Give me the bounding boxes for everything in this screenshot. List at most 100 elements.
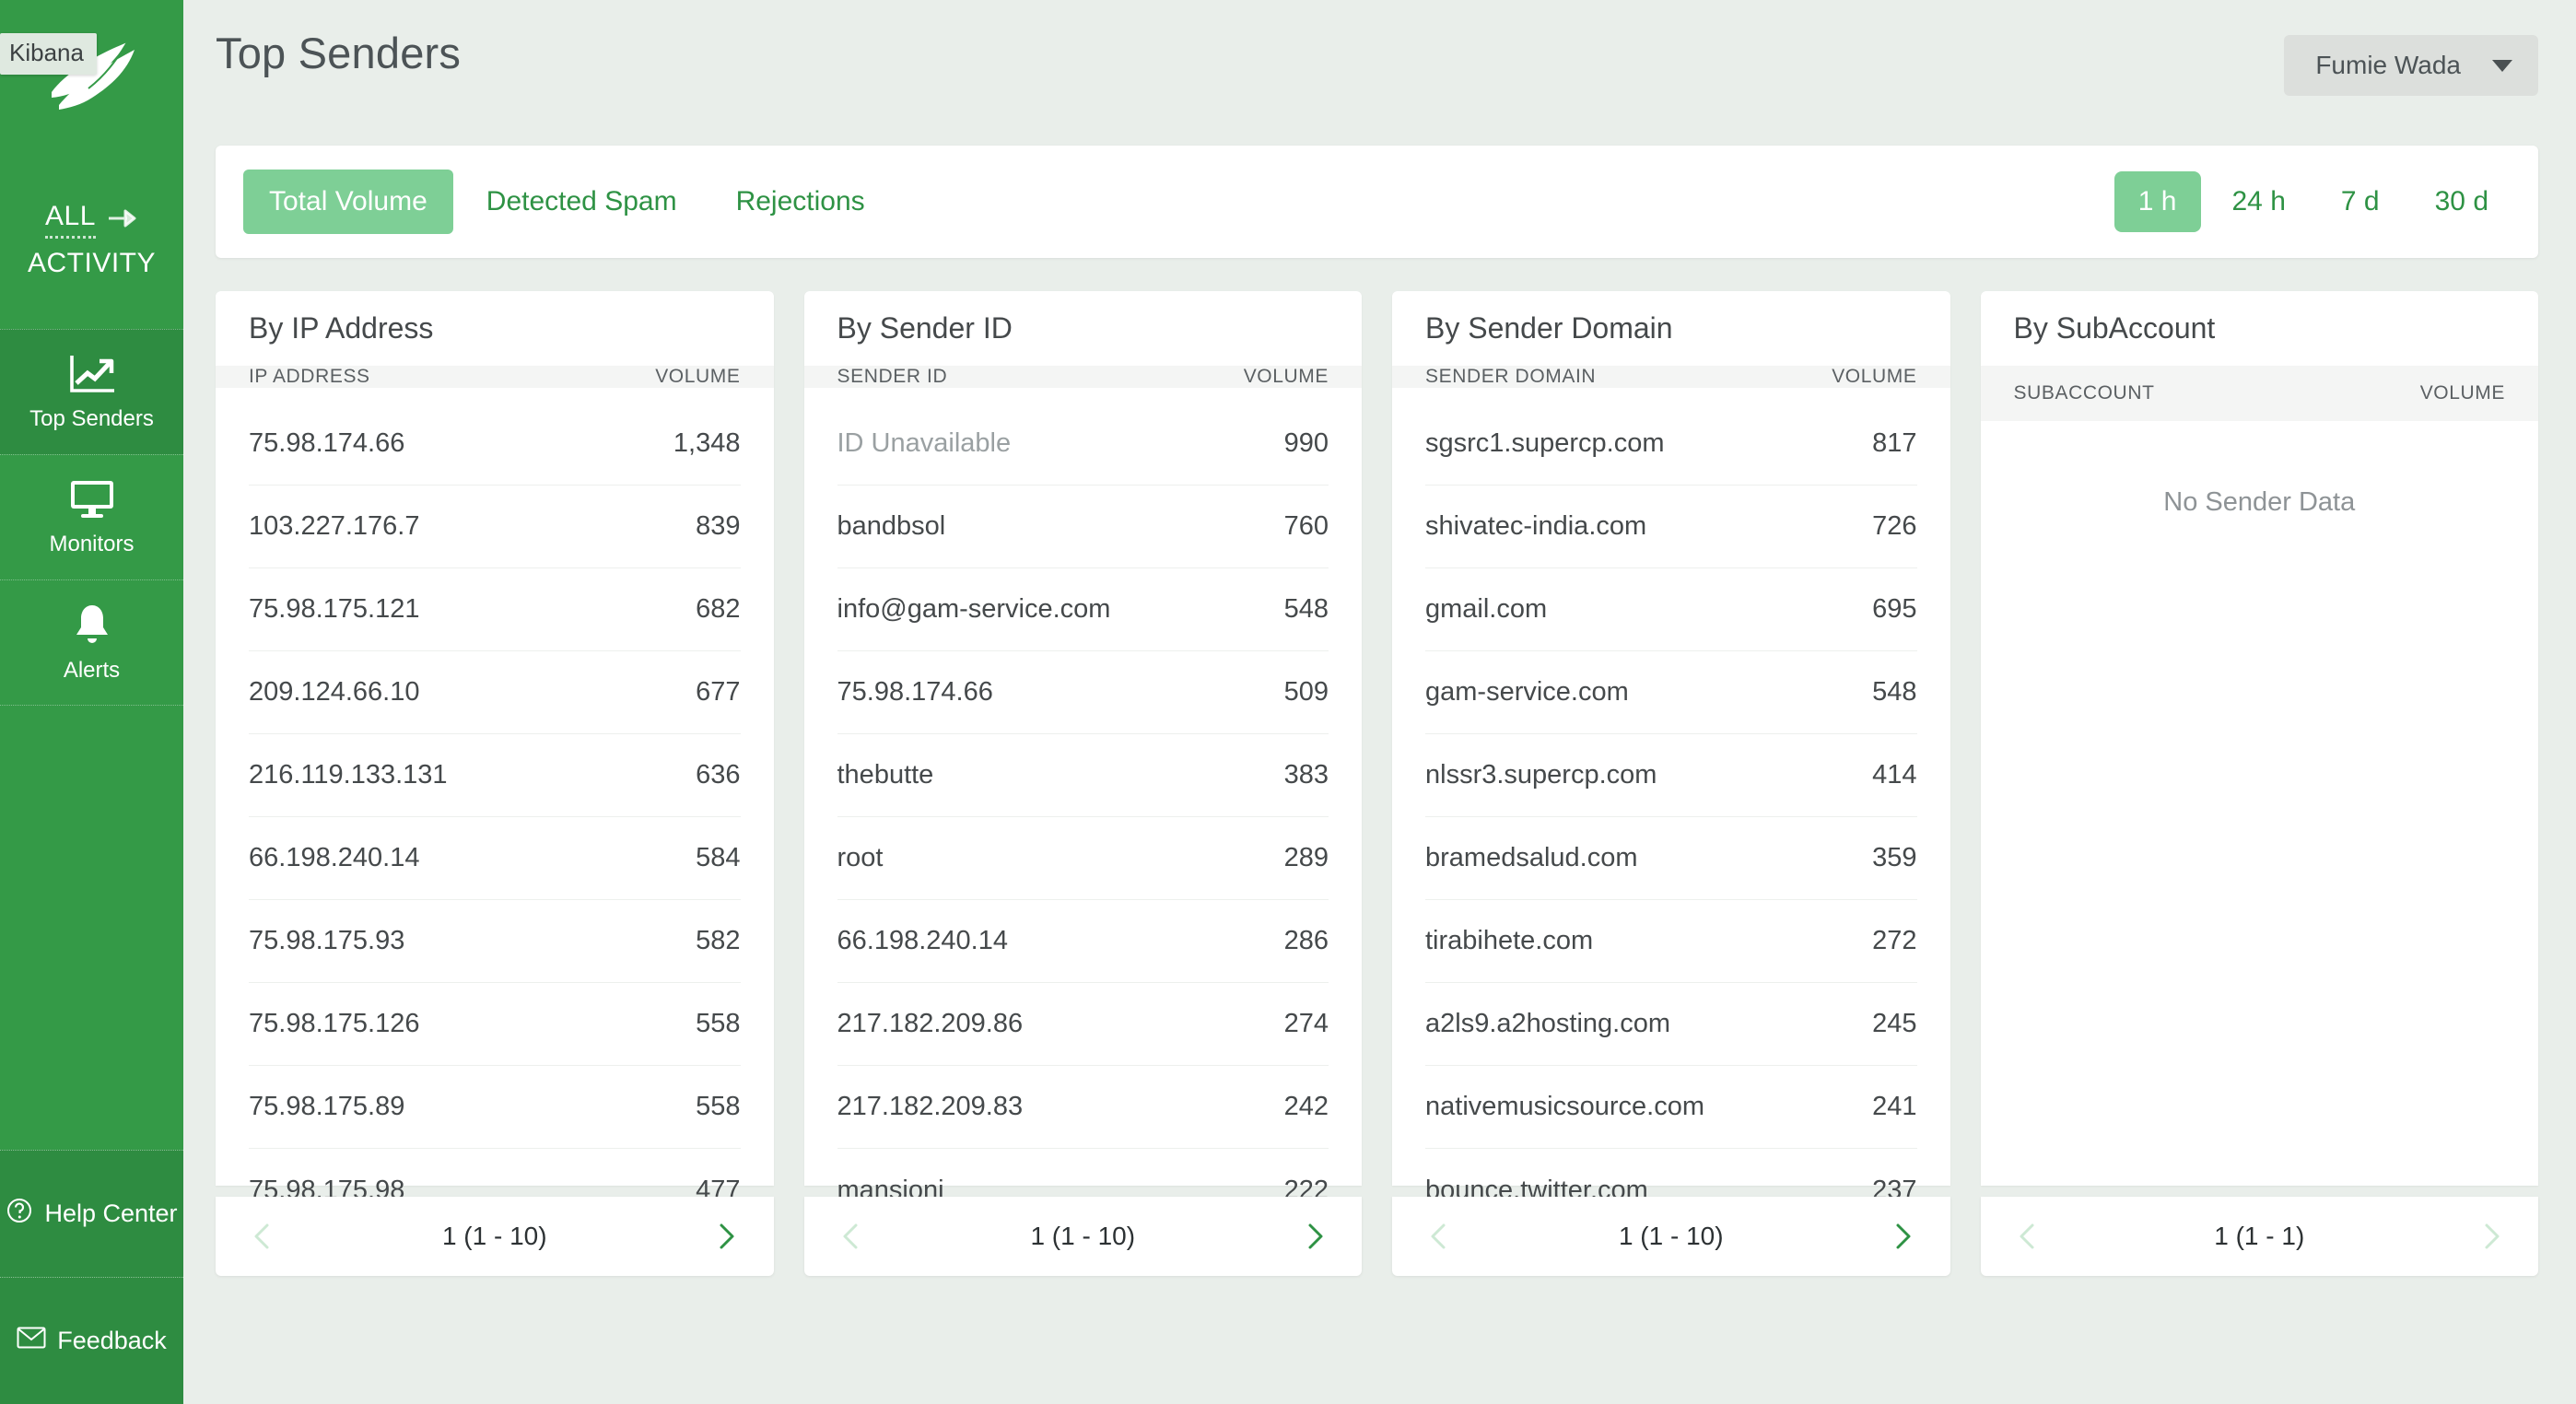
monitor-icon — [68, 478, 116, 521]
table-body: 75.98.174.66 1,348 103.227.176.7 839 75.98.1… — [216, 388, 774, 1232]
sidebar-item-alerts[interactable]: Alerts — [0, 579, 183, 705]
chevron-right-icon[interactable] — [1303, 1222, 1329, 1251]
row-volume: 241 — [1872, 1092, 1917, 1121]
tab-total-volume[interactable]: Total Volume — [243, 170, 453, 234]
table-header: IP ADDRESS VOLUME — [216, 366, 774, 388]
chevron-right-icon[interactable] — [1891, 1222, 1916, 1251]
table-row[interactable]: 75.98.175.89 558 — [249, 1066, 741, 1149]
table-row[interactable]: sgsrc1.supercp.com 817 — [1425, 403, 1917, 486]
pagination-label: 1 (1 - 10) — [1030, 1222, 1136, 1250]
pagination-label: 1 (1 - 10) — [1618, 1222, 1724, 1250]
table-row[interactable]: 66.198.240.14 286 — [837, 900, 1329, 983]
range-30d[interactable]: 30 d — [2411, 171, 2512, 232]
table-row[interactable]: 209.124.66.10 677 — [249, 651, 741, 734]
card-title: By SubAccount — [1980, 291, 2538, 366]
table-row[interactable]: 75.98.175.93 582 — [249, 900, 741, 983]
sidebar-help-center[interactable]: Help Center — [0, 1150, 183, 1277]
table-row[interactable]: thebutte 383 — [837, 734, 1329, 817]
sidebar-bottom-label: Feedback — [57, 1327, 167, 1354]
row-label: bramedsalud.com — [1425, 843, 1638, 872]
column-header-key: SUBACCOUNT — [2013, 382, 2155, 404]
table-row[interactable]: info@gam-service.com 548 — [837, 568, 1329, 651]
row-label: 75.98.175.89 — [249, 1092, 405, 1121]
table-row[interactable]: nlssr3.supercp.com 414 — [1425, 734, 1917, 817]
row-label: 66.198.240.14 — [837, 926, 1008, 955]
chevron-right-icon[interactable] — [714, 1222, 740, 1251]
range-1h[interactable]: 1 h — [2113, 171, 2201, 232]
table-row[interactable]: 75.98.175.121 682 — [249, 568, 741, 651]
row-label: bandbsol — [837, 511, 946, 541]
table-row[interactable]: 75.98.175.126 558 — [249, 983, 741, 1066]
table-row[interactable]: gam-service.com 548 — [1425, 651, 1917, 734]
card-by-sender-id: By Sender ID SENDER ID VOLUME ID Unavailabl… — [803, 291, 1362, 1276]
card-by-ip-address: By IP Address IP ADDRESS VOLUME 75.98.174.6… — [216, 291, 774, 1276]
column-header-key: SENDER ID — [837, 366, 948, 387]
row-label: 103.227.176.7 — [249, 511, 420, 541]
row-label: 217.182.209.83 — [837, 1092, 1024, 1121]
row-label: 209.124.66.10 — [249, 677, 420, 707]
table-row[interactable]: ID Unavailable 990 — [837, 403, 1329, 486]
table: SENDER ID VOLUME ID Unavailable 990 bandbsol… — [803, 366, 1362, 1205]
table-row[interactable]: nativemusicsource.com 241 — [1425, 1066, 1917, 1149]
tab-detected-spam[interactable]: Detected Spam — [461, 170, 703, 234]
pagination: 1 (1 - 1) — [1980, 1197, 2538, 1276]
chevron-down-icon — [2492, 59, 2512, 72]
column-header-key: IP ADDRESS — [249, 366, 370, 387]
table-row[interactable]: shivatec-india.com 726 — [1425, 486, 1917, 568]
range-24h[interactable]: 24 h — [2208, 171, 2310, 232]
row-volume: 509 — [1283, 677, 1329, 707]
chevron-left-icon — [249, 1222, 275, 1251]
row-label: a2ls9.a2hosting.com — [1425, 1009, 1670, 1038]
user-menu-label: Fumie Wada — [2315, 51, 2461, 79]
sender-cards: By IP Address IP ADDRESS VOLUME 75.98.174.6… — [183, 258, 2576, 1276]
sidebar: Kibana ALL ACTIVITY Top Senders Monitors… — [0, 0, 183, 1404]
range-7d[interactable]: 7 d — [2317, 171, 2404, 232]
table-row[interactable]: 75.98.174.66 1,348 — [249, 403, 741, 486]
table-row[interactable]: 217.182.209.83 242 — [837, 1066, 1329, 1149]
pagination: 1 (1 - 10) — [1392, 1197, 1950, 1276]
row-volume: 695 — [1872, 594, 1917, 624]
column-header-key: SENDER DOMAIN — [1425, 366, 1597, 387]
row-volume: 682 — [696, 594, 741, 624]
table-row[interactable]: a2ls9.a2hosting.com 245 — [1425, 983, 1917, 1066]
user-menu-button[interactable]: Fumie Wada — [2284, 35, 2538, 96]
table: IP ADDRESS VOLUME 75.98.174.66 1,348 103.227… — [216, 366, 774, 1205]
row-volume: 990 — [1283, 428, 1329, 458]
table-row[interactable]: tirabihete.com 272 — [1425, 900, 1917, 983]
row-volume: 582 — [696, 926, 741, 955]
sidebar-item-monitors[interactable]: Monitors — [0, 454, 183, 579]
sidebar-bottom-label: Help Center — [44, 1199, 178, 1227]
row-volume: 272 — [1872, 926, 1917, 955]
card-by-subaccount: By SubAccount SUBACCOUNT VOLUME No Sender D… — [1980, 291, 2538, 1276]
sidebar-feedback[interactable]: Feedback — [0, 1277, 183, 1404]
table: SUBACCOUNT VOLUME No Sender Data — [1980, 366, 2538, 1186]
table-row[interactable]: 75.98.174.66 509 — [837, 651, 1329, 734]
table-row[interactable]: 216.119.133.131 636 — [249, 734, 741, 817]
row-volume: 839 — [696, 511, 741, 541]
row-label: nlssr3.supercp.com — [1425, 760, 1657, 790]
row-volume: 558 — [696, 1009, 741, 1038]
table-row[interactable]: 66.198.240.14 584 — [249, 817, 741, 900]
table-row[interactable]: 217.182.209.86 274 — [837, 983, 1329, 1066]
table-row[interactable]: gmail.com 695 — [1425, 568, 1917, 651]
column-header-volume: VOLUME — [1243, 366, 1329, 387]
sidebar-item-top-senders[interactable]: Top Senders — [0, 329, 183, 454]
row-volume: 286 — [1283, 926, 1329, 955]
row-volume: 817 — [1872, 428, 1917, 458]
chevron-left-icon — [837, 1222, 863, 1251]
table: SENDER DOMAIN VOLUME sgsrc1.supercp.com 817… — [1392, 366, 1950, 1205]
tab-rejections[interactable]: Rejections — [710, 170, 891, 234]
card-title: By Sender ID — [803, 291, 1362, 366]
row-label: tirabihete.com — [1425, 926, 1594, 955]
row-volume: 726 — [1872, 511, 1917, 541]
table-row[interactable]: 103.227.176.7 839 — [249, 486, 741, 568]
table-row[interactable]: bandbsol 760 — [837, 486, 1329, 568]
table-header: SUBACCOUNT VOLUME — [1980, 366, 2538, 421]
chevron-left-icon — [2014, 1222, 2040, 1251]
sidebar-all-activity[interactable]: ALL ACTIVITY — [0, 158, 183, 329]
table-row[interactable]: root 289 — [837, 817, 1329, 900]
table-row[interactable]: bramedsalud.com 359 — [1425, 817, 1917, 900]
kibana-badge[interactable]: Kibana — [0, 33, 97, 75]
row-volume: 548 — [1283, 594, 1329, 624]
trending-chart-icon — [68, 353, 116, 395]
